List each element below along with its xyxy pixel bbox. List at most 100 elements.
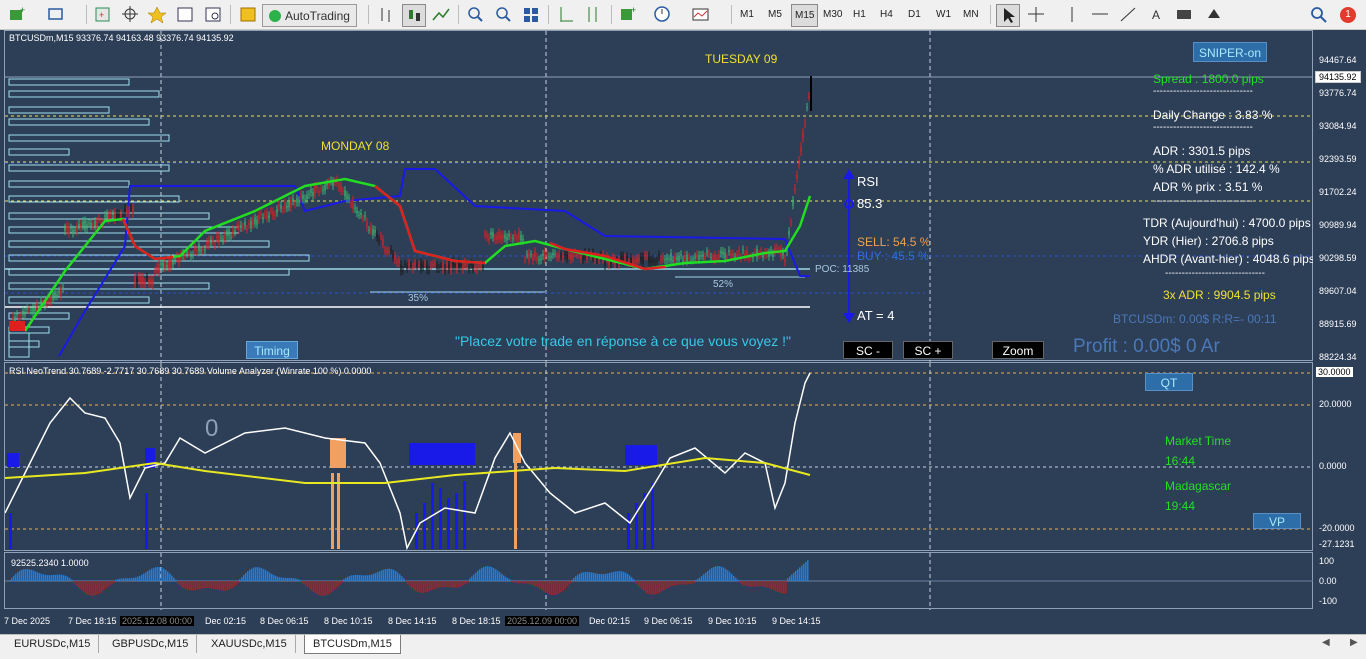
histogram-bar: [63, 575, 65, 581]
histogram-bar: [151, 568, 153, 581]
histogram-bar: [367, 575, 369, 581]
histogram-bar: [711, 568, 713, 581]
vertical-line-icon[interactable]: [1061, 4, 1083, 25]
tile-windows-icon[interactable]: [520, 4, 542, 25]
histogram-bar: [449, 581, 451, 588]
histogram-bar: [181, 581, 183, 588]
candle-body: [338, 186, 340, 188]
rsi-neotrend-panel[interactable]: RSI NeoTrend 30.7689 -2.7717 30.7689 30.…: [4, 362, 1314, 552]
candle-body: [350, 203, 352, 205]
zoom-in-icon[interactable]: [464, 4, 486, 25]
candle-body: [516, 237, 518, 240]
price-axis[interactable]: 94467.64 94135.92 93776.74 93084.94 9239…: [1313, 30, 1366, 362]
periods-clock-icon[interactable]: [652, 4, 674, 25]
tf-mn[interactable]: MN: [960, 4, 982, 25]
cursor-icon[interactable]: [996, 4, 1020, 27]
tf-m30[interactable]: M30: [820, 4, 845, 25]
rsi-axis: 30.0000 20.0000 0.0000 -20.0000 -27.1231: [1313, 362, 1366, 551]
navigator-icon[interactable]: [146, 4, 168, 25]
autotrading-button[interactable]: AutoTrading: [262, 4, 357, 27]
qt-button[interactable]: QT: [1145, 373, 1193, 391]
tf-w1[interactable]: W1: [933, 4, 954, 25]
histogram-bar: [537, 581, 539, 588]
candlestick-icon[interactable]: [402, 4, 426, 27]
candle-body: [132, 207, 134, 214]
candle-body: [684, 255, 686, 261]
indicators-icon[interactable]: +: [617, 4, 639, 25]
candle-body: [568, 255, 570, 257]
label-tool-icon[interactable]: [1173, 4, 1195, 25]
zoom-out-icon[interactable]: [492, 4, 514, 25]
sc-plus-button[interactable]: SC +: [903, 341, 953, 359]
candle-body: [126, 209, 128, 214]
candle-body: [316, 185, 318, 189]
auto-scroll-icon[interactable]: [583, 4, 605, 25]
sell-percentage: SELL: 54.5 %: [857, 235, 931, 249]
rsi-chart-svg: [5, 363, 1314, 552]
trendline-icon[interactable]: [1117, 4, 1139, 25]
daily-change-info: Daily Change : 3.83 %: [1153, 108, 1273, 122]
candle-body: [226, 230, 228, 236]
candle-body: [280, 205, 282, 209]
chart-shift-icon[interactable]: [555, 4, 577, 25]
histogram-panel[interactable]: 92525.2340 1.0000: [4, 552, 1314, 610]
histogram-bar: [273, 574, 275, 581]
templates-icon[interactable]: [690, 4, 712, 25]
candle-body: [152, 279, 154, 286]
candle-body: [430, 265, 432, 267]
tab-eurusdc[interactable]: EURUSDc,M15: [6, 635, 100, 653]
crosshair-icon[interactable]: [119, 4, 141, 25]
histogram-bar: [221, 581, 223, 591]
sniper-button[interactable]: SNIPER-on: [1193, 42, 1267, 62]
shapes-icon[interactable]: [1203, 4, 1225, 25]
main-price-panel[interactable]: BTCUSDm,M15 93376.74 94163.48 93376.74 9…: [4, 30, 1315, 362]
line-chart-icon[interactable]: [430, 4, 452, 25]
bar-chart-icon[interactable]: [375, 4, 397, 25]
tab-btcusdm[interactable]: BTCUSDm,M15: [304, 635, 401, 654]
candle-body: [494, 238, 496, 240]
histogram-bar: [187, 581, 189, 591]
notifications-icon[interactable]: 1: [1337, 4, 1359, 25]
chart-window[interactable]: BTCUSDm,M15 93376.74 94163.48 93376.74 9…: [0, 30, 1366, 634]
market-watch-icon[interactable]: +: [92, 4, 114, 25]
histogram-bar: [707, 570, 709, 581]
histogram-bar: [47, 575, 49, 581]
tab-scroll-right-icon[interactable]: ▶: [1350, 637, 1358, 648]
tf-h1[interactable]: H1: [850, 4, 869, 25]
text-tool-icon[interactable]: A: [1145, 4, 1167, 25]
histogram-bar: [207, 581, 209, 589]
new-chart-icon[interactable]: +: [6, 4, 28, 25]
timing-button[interactable]: Timing: [246, 341, 298, 359]
tab-gbpusdc[interactable]: GBPUSDc,M15: [104, 635, 198, 653]
candle-body: [16, 314, 18, 316]
time-axis[interactable]: 7 Dec 2025 7 Dec 18:15 2025.12.08 00:00 …: [0, 610, 1313, 634]
tf-m1[interactable]: M1: [737, 4, 757, 25]
tab-xauusdc[interactable]: XAUUSDc,M15: [203, 635, 296, 653]
y-tick: -100: [1319, 596, 1338, 606]
horizontal-line-icon[interactable]: [1089, 4, 1111, 25]
tf-m5[interactable]: M5: [765, 4, 785, 25]
volume-profile-bar: [8, 240, 270, 248]
candle-body: [240, 224, 242, 228]
candle-body: [166, 265, 168, 267]
candle-body: [34, 307, 36, 312]
histogram-bar: [675, 581, 677, 585]
histogram-bar: [373, 573, 375, 581]
metaeditor-icon[interactable]: [237, 4, 259, 25]
zoom-button[interactable]: Zoom: [992, 341, 1044, 359]
candle-body: [170, 258, 172, 268]
tab-scroll-left-icon[interactable]: ◀: [1322, 637, 1330, 648]
tf-d1[interactable]: D1: [905, 4, 924, 25]
histogram-bar: [173, 577, 175, 581]
strategy-tester-icon[interactable]: [202, 4, 224, 25]
search-icon[interactable]: [1308, 4, 1330, 25]
crosshair-tool-icon[interactable]: [1025, 4, 1047, 25]
profiles-icon[interactable]: [46, 4, 68, 25]
terminal-icon[interactable]: [174, 4, 196, 25]
volume-spike: [337, 473, 340, 549]
tf-m15[interactable]: M15: [791, 4, 819, 27]
candle-body: [272, 211, 274, 216]
sc-minus-button[interactable]: SC -: [843, 341, 893, 359]
tf-h4[interactable]: H4: [877, 4, 896, 25]
vp-button[interactable]: VP: [1253, 513, 1301, 529]
